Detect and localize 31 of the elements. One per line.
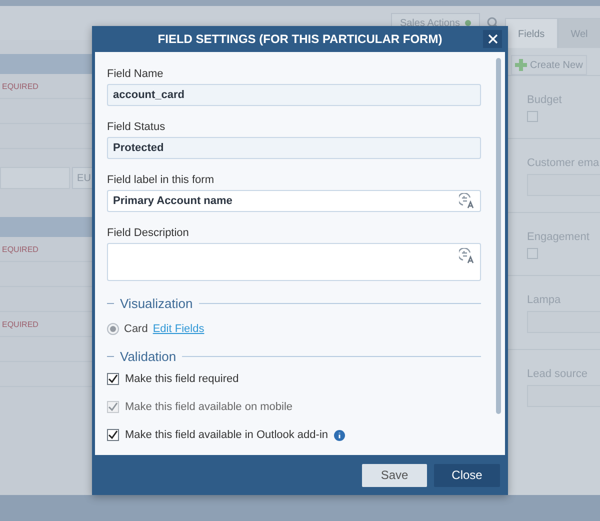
scrollbar-thumb[interactable] — [496, 58, 501, 414]
required-label: EQUIRED — [2, 82, 38, 90]
translate-icon[interactable] — [459, 193, 475, 209]
required-label: EQUIRED — [2, 320, 38, 328]
field-label: Field Status — [107, 121, 166, 133]
checkbox[interactable] — [527, 111, 538, 122]
field-label: Field Description — [107, 227, 190, 239]
info-icon[interactable] — [334, 430, 346, 440]
translate-icon[interactable] — [459, 248, 475, 264]
checkbox[interactable] — [527, 248, 538, 259]
checkbox[interactable] — [107, 373, 119, 385]
save-button[interactable]: Save — [362, 464, 427, 486]
field-label: Field Name — [107, 68, 164, 80]
section-heading: Validation — [120, 349, 176, 364]
input-field[interactable]: account_card — [107, 84, 481, 106]
close-button[interactable]: Close — [434, 464, 500, 486]
required-label: EQUIRED — [2, 244, 38, 254]
checkbox-label: Make this field available in Outlook add-in — [125, 429, 328, 441]
input-field[interactable]: Primary Account name — [107, 190, 481, 212]
plus-icon — [515, 59, 527, 71]
dialog-title: FIELD SETTINGS (FOR THIS PARTICULAR FORM) — [158, 32, 442, 46]
radio-label: Card — [124, 323, 148, 335]
textarea-field[interactable] — [107, 243, 481, 281]
field-label: Field label in this form — [107, 174, 215, 186]
close-icon[interactable] — [483, 30, 502, 48]
checkbox[interactable] — [107, 429, 119, 441]
edit-fields-link[interactable]: Edit Fields — [152, 323, 204, 335]
section-heading: Visualization — [120, 296, 193, 311]
checkbox-label: Make this field available on mobile — [125, 401, 293, 413]
input-field[interactable]: Protected — [107, 137, 481, 159]
checkbox-label: Make this field required — [125, 373, 239, 385]
